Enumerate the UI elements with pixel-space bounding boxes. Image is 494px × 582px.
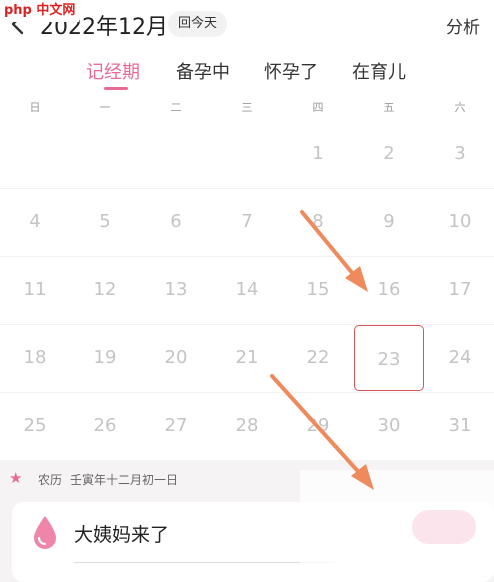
weekday-label: 三 xyxy=(241,101,253,114)
calendar-day[interactable]: 12 xyxy=(70,256,140,324)
calendar-day[interactable]: 5 xyxy=(70,188,140,256)
calendar-day[interactable]: 26 xyxy=(70,392,140,460)
calendar-day[interactable]: 6 xyxy=(141,188,211,256)
calendar-day[interactable]: 17 xyxy=(425,256,494,324)
calendar-day[interactable]: 22 xyxy=(283,324,353,392)
calendar-day[interactable]: 21 xyxy=(212,324,282,392)
calendar-day[interactable]: 16 xyxy=(354,256,424,324)
calendar-day[interactable]: 2 xyxy=(354,120,424,188)
period-started-label: 大姨妈来了 xyxy=(74,524,170,546)
calendar-day[interactable]: 15 xyxy=(283,256,353,324)
weekday-label: 五 xyxy=(383,101,395,114)
blood-drop-icon xyxy=(34,516,56,549)
star-icon: ★ xyxy=(9,469,23,487)
calendar-day[interactable]: 20 xyxy=(141,324,211,392)
calendar-day[interactable]: 13 xyxy=(141,256,211,324)
calendar-day[interactable]: 29 xyxy=(283,392,353,460)
weekday-label: 日 xyxy=(29,101,41,114)
weekday-label: 六 xyxy=(454,101,466,114)
calendar-day[interactable]: 27 xyxy=(141,392,211,460)
active-tab-indicator xyxy=(104,87,128,90)
calendar-day[interactable]: 11 xyxy=(0,256,70,324)
calendar-day[interactable]: 10 xyxy=(425,188,494,256)
calendar-day-selected[interactable]: 23 xyxy=(354,325,424,391)
card-divider xyxy=(74,562,334,563)
calendar-grid: 1 2 3 4 5 6 7 8 9 10 11 12 13 14 15 16 1… xyxy=(0,120,494,460)
blurred-overlay xyxy=(300,470,494,576)
back-to-today-button[interactable]: 回今天 xyxy=(168,11,228,37)
calendar-day-empty xyxy=(141,120,211,188)
calendar-day[interactable]: 19 xyxy=(70,324,140,392)
calendar-day[interactable]: 3 xyxy=(425,120,494,188)
tab-pregnant[interactable]: 怀孕了 xyxy=(264,58,318,84)
weekday-label: 一 xyxy=(99,101,111,114)
lunar-label: 农历 xyxy=(38,473,63,487)
tab-parenting[interactable]: 在育儿 xyxy=(352,58,406,84)
calendar-day[interactable]: 8 xyxy=(283,188,353,256)
tab-record-period[interactable]: 记经期 xyxy=(86,58,140,84)
calendar-day-empty xyxy=(212,120,282,188)
calendar-day[interactable]: 14 xyxy=(212,256,282,324)
calendar-day-empty xyxy=(0,120,70,188)
calendar-day[interactable]: 28 xyxy=(212,392,282,460)
calendar-day[interactable]: 25 xyxy=(0,392,70,460)
analysis-button[interactable]: 分析 xyxy=(446,13,480,38)
calendar-day[interactable]: 1 xyxy=(283,120,353,188)
tab-preparing-pregnancy[interactable]: 备孕中 xyxy=(176,58,230,84)
watermark-logo: php 中文网 xyxy=(0,0,80,22)
weekday-header: 日 一 二 三 四 五 六 xyxy=(0,92,494,121)
weekday-label: 四 xyxy=(312,101,324,114)
calendar-day[interactable]: 4 xyxy=(0,188,70,256)
calendar-day[interactable]: 30 xyxy=(354,392,424,460)
mode-tabs: 记经期 备孕中 怀孕了 在育儿 xyxy=(0,50,494,92)
weekday-label: 二 xyxy=(170,101,182,114)
lunar-date-text: 壬寅年十二月初一日 xyxy=(70,473,179,487)
calendar-day[interactable]: 9 xyxy=(354,188,424,256)
calendar-day[interactable]: 7 xyxy=(212,188,282,256)
calendar-day-empty xyxy=(70,120,140,188)
calendar-day[interactable]: 18 xyxy=(0,324,70,392)
calendar-day[interactable]: 24 xyxy=(425,324,494,392)
calendar-day[interactable]: 31 xyxy=(425,392,494,460)
